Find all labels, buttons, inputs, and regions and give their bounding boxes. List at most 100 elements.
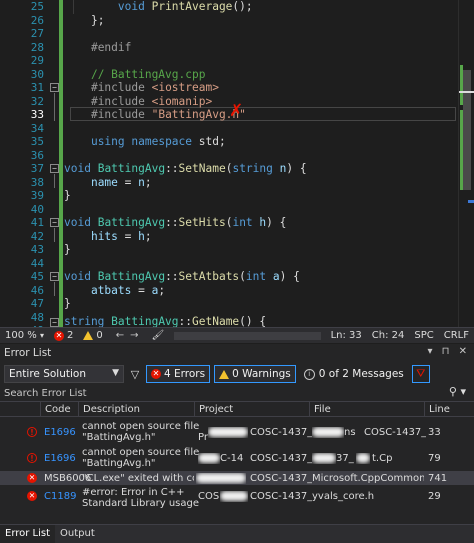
change-marker bbox=[460, 110, 463, 190]
table-row[interactable]: ✕ C1189 #error: Error in C++ Standard Li… bbox=[0, 485, 474, 511]
code-line-49: string BattingAvg::GetName() { bbox=[64, 315, 267, 327]
line-number: 42 bbox=[30, 229, 44, 243]
zoom-level[interactable]: 100 % ▾ bbox=[0, 328, 49, 344]
collapse-toggle-icon[interactable]: − bbox=[50, 83, 59, 92]
code-line-39: } bbox=[64, 189, 71, 202]
code-line-41: void BattingAvg::SetHits(int h) { bbox=[64, 216, 287, 229]
editor-status-bar: 100 % ▾ ✕ 2 0 ← → 🖌 Ln: 33 Ch: 24 SPC CR… bbox=[0, 327, 474, 343]
error-code[interactable]: E1696 bbox=[44, 453, 76, 464]
line-number: 36 bbox=[30, 148, 44, 162]
column-header-code[interactable]: Code bbox=[40, 402, 78, 417]
error-circle-icon: ✕ bbox=[53, 330, 64, 341]
error-circle-icon: ✕ bbox=[151, 369, 161, 379]
collapse-toggle-icon[interactable]: − bbox=[50, 218, 59, 227]
search-input[interactable]: Search Error List ⚲ ▾ bbox=[0, 385, 474, 400]
code-line-38: name = n; bbox=[90, 175, 152, 189]
fold-guide bbox=[54, 282, 55, 296]
error-grid-header: Code Description Project File Line bbox=[0, 401, 474, 417]
redaction-blur bbox=[198, 453, 220, 464]
error-circle-icon: ✕ bbox=[27, 491, 37, 501]
line-number: 35 bbox=[30, 135, 44, 148]
fold-guide bbox=[54, 228, 55, 242]
code-line-33: #include "BattingAvg.h" bbox=[90, 108, 246, 121]
line-number: 41 bbox=[30, 216, 44, 229]
tab-error-list[interactable]: Error List bbox=[0, 525, 56, 543]
panel-title: Error List bbox=[4, 347, 52, 359]
arrow-left-icon[interactable]: ← bbox=[113, 330, 127, 341]
line-number: 37 bbox=[30, 162, 44, 175]
project-fragment: C-14 bbox=[220, 453, 244, 464]
funnel-icon[interactable]: ▽ bbox=[128, 365, 142, 383]
error-project: COSC-1437_ bbox=[250, 427, 313, 438]
code-line-28: #endif bbox=[90, 40, 132, 54]
panel-controls[interactable]: ▾ ⊓ ✕ bbox=[427, 346, 470, 357]
collapse-toggle-icon[interactable]: − bbox=[50, 318, 59, 327]
errors-filter-button[interactable]: ✕ 4 Errors bbox=[146, 365, 211, 383]
error-circle-icon: ✕ bbox=[27, 473, 37, 483]
line-number: 29 bbox=[30, 54, 44, 67]
error-description: "BattingAvg.h" bbox=[82, 432, 156, 443]
redaction-blur bbox=[196, 473, 246, 484]
change-tracking-bar bbox=[59, 0, 63, 327]
code-line-35: using namespace std; bbox=[90, 135, 226, 148]
arrow-right-icon[interactable]: → bbox=[127, 330, 141, 341]
error-code[interactable]: E1696 bbox=[44, 427, 76, 438]
panel-title-bar: Error List ▾ ⊓ ✕ bbox=[0, 344, 474, 362]
code-line-26: }; bbox=[90, 13, 105, 27]
line-number-gutter: 25 26 27 28 29 30 31 32 33 34 35 36 37 3… bbox=[0, 0, 46, 327]
warning-triangle-icon bbox=[83, 331, 94, 340]
error-code[interactable]: C1189 bbox=[44, 491, 76, 502]
code-line-43: } bbox=[64, 243, 71, 256]
error-count[interactable]: ✕ 2 bbox=[49, 328, 78, 344]
error-list-panel: Error List ▾ ⊓ ✕ Entire Solution ▼ ▽ ✕ 4… bbox=[0, 344, 474, 543]
warnings-filter-button[interactable]: 0 Warnings bbox=[214, 365, 296, 383]
caret-position-marker bbox=[459, 91, 474, 93]
error-file: yvals_core.h bbox=[312, 491, 375, 502]
collapse-toggle-icon[interactable]: − bbox=[50, 272, 59, 281]
warning-count[interactable]: 0 bbox=[78, 328, 107, 344]
line-number: 48 bbox=[30, 310, 44, 324]
line-number: 28 bbox=[30, 40, 44, 54]
code-line-42: hits = h; bbox=[90, 229, 152, 243]
line-number: 46 bbox=[30, 283, 44, 297]
column-header-description[interactable]: Description bbox=[78, 402, 194, 417]
code-line-37: void BattingAvg::SetName(string n) { bbox=[64, 162, 307, 175]
column-header-line[interactable]: Line bbox=[424, 402, 474, 417]
code-line-25: void PrintAverage(); bbox=[117, 0, 253, 13]
brush-icon[interactable]: 🖌 bbox=[147, 328, 170, 344]
editor-vertical-scrollbar[interactable] bbox=[458, 0, 474, 327]
code-editor[interactable]: 25 26 27 28 29 30 31 32 33 34 35 36 37 3… bbox=[0, 0, 474, 327]
fold-guide bbox=[54, 93, 55, 121]
column-header-file[interactable]: File bbox=[309, 402, 424, 417]
error-marker-icon: ✗ bbox=[229, 101, 244, 121]
table-row[interactable]: ! E1696 cannot open source file "Batting… bbox=[0, 445, 474, 471]
hscroll-track[interactable] bbox=[169, 328, 325, 344]
column-header-project[interactable]: Project bbox=[194, 402, 309, 417]
error-line: 741 bbox=[428, 473, 448, 484]
column-indicator: Ch: 24 bbox=[371, 330, 405, 341]
code-text-area[interactable]: void PrintAverage(); }; #endif // Battin… bbox=[64, 0, 458, 327]
line-number: 44 bbox=[30, 256, 44, 270]
line-number: 27 bbox=[30, 27, 44, 40]
redaction-blur bbox=[220, 491, 248, 502]
nav-arrows: ← → bbox=[108, 328, 147, 344]
whitespace-indicator[interactable]: SPC bbox=[409, 328, 438, 344]
project-fragment: COS bbox=[198, 491, 220, 502]
code-line-47: } bbox=[64, 297, 71, 310]
line-number: 45 bbox=[30, 270, 44, 283]
line-endings-indicator[interactable]: CRLF bbox=[439, 328, 474, 344]
error-description: #error: Error in C++ bbox=[82, 487, 185, 498]
scrollbar-thumb[interactable] bbox=[463, 70, 471, 190]
collapse-toggle-icon[interactable]: − bbox=[50, 164, 59, 173]
scope-dropdown[interactable]: Entire Solution ▼ bbox=[4, 365, 124, 383]
table-row-selected[interactable]: ✕ MSB6006 "CL.exe" exited with code 2. C… bbox=[0, 471, 474, 485]
messages-filter-button[interactable]: i 0 of 2 Messages bbox=[300, 365, 408, 383]
search-icon[interactable]: ⚲ ▾ bbox=[449, 385, 466, 398]
clear-filter-icon[interactable]: ⛛ bbox=[411, 365, 430, 383]
file-fragment: 37_ bbox=[336, 453, 354, 464]
error-description: cannot open source file bbox=[82, 447, 200, 458]
error-project: COSC-1437_ bbox=[250, 473, 313, 484]
tab-output[interactable]: Output bbox=[55, 525, 100, 543]
line-indicator: Ln: 33 bbox=[330, 330, 362, 341]
table-row[interactable]: ! E1696 cannot open source file "Batting… bbox=[0, 419, 474, 445]
